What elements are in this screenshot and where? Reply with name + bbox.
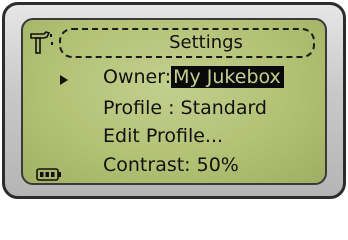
page-title: Settings — [169, 32, 243, 53]
lcd-screen: Settings Owner: My Jukebox Profile : Stan… — [21, 18, 327, 185]
menu-item-label: Profile : Standard — [103, 97, 267, 119]
header-separator-dot — [50, 34, 52, 37]
battery-icon — [36, 168, 61, 181]
menu-item-label: Edit Profile... — [103, 125, 224, 147]
header-separator-dot — [51, 42, 53, 45]
menu-item-edit-profile[interactable]: Edit Profile... — [103, 125, 223, 147]
arrow-icon — [60, 75, 68, 85]
owner-value-selected[interactable]: My Jukebox — [171, 66, 284, 88]
menu-item-contrast[interactable]: Contrast: 50% — [103, 154, 239, 176]
menu-item-label: Owner: — [103, 66, 172, 88]
device-frame: Settings Owner: My Jukebox Profile : Stan… — [2, 2, 346, 199]
hammer-icon — [30, 31, 51, 54]
header-bar: Settings — [59, 28, 315, 58]
menu-item-owner[interactable]: Owner: My Jukebox — [103, 66, 284, 88]
menu-item-profile[interactable]: Profile : Standard — [103, 97, 267, 119]
menu-item-label: Contrast: 50% — [103, 154, 239, 176]
